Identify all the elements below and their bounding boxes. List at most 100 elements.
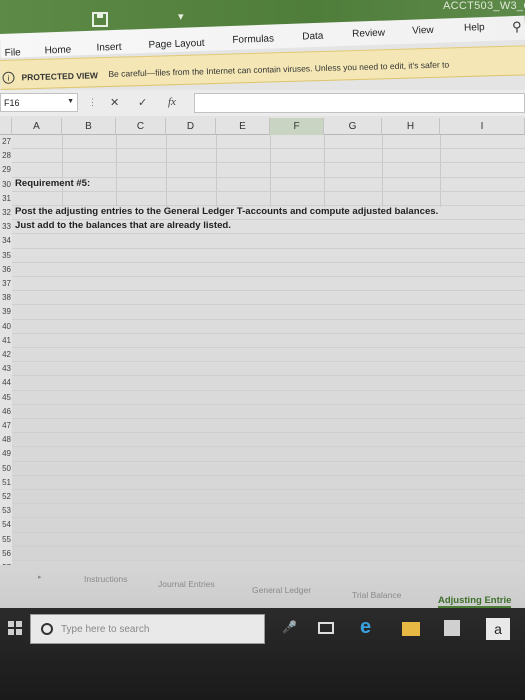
row-header[interactable]: 56 [0, 546, 12, 561]
column-header-d[interactable]: D [166, 118, 216, 135]
row-header[interactable]: 27 [0, 135, 12, 150]
column-header-c[interactable]: C [116, 118, 166, 135]
row-header[interactable]: 37 [0, 277, 12, 292]
column-header-h[interactable]: H [382, 118, 440, 135]
edge-browser-icon[interactable]: e [360, 616, 371, 639]
row-header[interactable]: 38 [0, 291, 12, 306]
table-row: 42 [0, 348, 525, 363]
tab-help[interactable]: Help [464, 22, 485, 34]
table-row: 41 [0, 333, 525, 348]
tab-home[interactable]: Home [44, 45, 71, 57]
row-header[interactable]: 45 [0, 390, 12, 405]
formula-bar: F16 ▼ ⋮ ✕ ✓ fx [0, 90, 525, 116]
table-row: 52 [0, 490, 525, 505]
row-header[interactable]: 40 [0, 319, 12, 334]
row-header[interactable]: 35 [0, 248, 12, 263]
tab-review[interactable]: Review [352, 28, 385, 40]
row-header[interactable]: 47 [0, 419, 12, 434]
table-row: 48 [0, 433, 525, 448]
column-headers: A B C D E F G H I [0, 118, 525, 135]
more-options-icon[interactable]: ⋮ [88, 97, 97, 108]
screen: ▾ ACCT503_W3_C File Home Insert Page Lay… [0, 0, 525, 700]
row-header[interactable]: 44 [0, 376, 12, 391]
row-header[interactable]: 51 [0, 475, 12, 490]
table-row: 30 Requirement #5: [0, 177, 525, 192]
info-icon: i [2, 71, 15, 84]
row-header[interactable]: 48 [0, 433, 12, 448]
sheet-tab-general-ledger[interactable]: General Ledger [252, 585, 311, 595]
save-icon[interactable] [92, 12, 108, 27]
row-header[interactable]: 28 [0, 149, 12, 164]
row-header[interactable]: 52 [0, 490, 12, 505]
row-header[interactable]: 34 [0, 234, 12, 249]
row-header[interactable]: 54 [0, 518, 12, 533]
tab-view[interactable]: View [412, 25, 434, 37]
sheet-tab-journal-entries[interactable]: Journal Entries [158, 579, 215, 589]
row-header[interactable]: 30 [0, 177, 12, 192]
sheet-scroll-icon[interactable]: ▸ [38, 573, 42, 581]
chevron-down-icon[interactable]: ▼ [67, 98, 74, 105]
customize-toolbar-icon[interactable]: ▾ [178, 10, 184, 23]
column-header-i[interactable]: I [440, 118, 525, 135]
tab-formulas[interactable]: Formulas [232, 33, 274, 45]
sheet-tab-trial-balance[interactable]: Trial Balance [352, 590, 401, 600]
taskbar-search-placeholder: Type here to search [61, 624, 150, 635]
row-header[interactable]: 36 [0, 262, 12, 277]
row-header[interactable]: 53 [0, 504, 12, 519]
row-header[interactable]: 42 [0, 348, 12, 363]
name-box-value: F16 [4, 98, 20, 108]
select-all-corner[interactable] [0, 118, 12, 135]
row-header[interactable]: 29 [0, 163, 12, 178]
row-header[interactable]: 41 [0, 333, 12, 348]
row-header[interactable]: 49 [0, 447, 12, 462]
row-header[interactable]: 55 [0, 532, 12, 547]
row-header[interactable]: 32 [0, 206, 12, 221]
table-row: 44 [0, 376, 525, 391]
row-header[interactable]: 33 [0, 220, 12, 235]
row-header[interactable]: 46 [0, 404, 12, 419]
column-header-f[interactable]: F [270, 118, 324, 135]
column-header-g[interactable]: G [324, 118, 382, 135]
windows-start-icon[interactable] [8, 621, 22, 635]
table-row: 40 [0, 319, 525, 334]
microphone-icon[interactable]: 🎤 [282, 620, 297, 634]
table-row: 39 [0, 305, 525, 320]
table-row: 29 [0, 163, 525, 178]
tab-insert[interactable]: Insert [96, 42, 121, 54]
taskbar-search-input[interactable]: Type here to search [30, 614, 265, 644]
table-row: 35 [0, 248, 525, 263]
enter-icon[interactable]: ✓ [138, 96, 147, 109]
table-row: 38 [0, 291, 525, 306]
taskbar: Type here to search 🎤 e a [0, 608, 525, 700]
name-box[interactable]: F16 ▼ [0, 93, 78, 112]
formula-input[interactable] [194, 93, 525, 113]
table-row: 34 [0, 234, 525, 249]
search-icon[interactable]: ⚲ [512, 19, 522, 35]
tab-data[interactable]: Data [302, 31, 323, 43]
table-row: 56 [0, 546, 525, 561]
column-header-e[interactable]: E [216, 118, 270, 135]
file-explorer-icon[interactable] [402, 622, 420, 636]
column-header-a[interactable]: A [12, 118, 62, 135]
tab-file[interactable]: File [4, 47, 20, 59]
cancel-icon[interactable]: ✕ [110, 96, 119, 109]
sheet-tab-adjusting-entries[interactable]: Adjusting Entrie [438, 595, 512, 608]
amazon-icon[interactable]: a [486, 618, 510, 640]
row-header[interactable]: 31 [0, 191, 12, 206]
sheet-tab-instructions[interactable]: Instructions [84, 574, 127, 584]
table-row: 49 [0, 447, 525, 462]
table-row: 36 [0, 262, 525, 277]
row-header[interactable]: 43 [0, 362, 12, 377]
column-header-b[interactable]: B [62, 118, 116, 135]
cortana-icon [41, 623, 53, 635]
cell-text[interactable]: Requirement #5: [15, 177, 90, 191]
row-header[interactable]: 50 [0, 461, 12, 476]
cell-text[interactable]: Just add to the balances that are alread… [15, 219, 231, 233]
store-icon[interactable] [444, 620, 460, 636]
task-view-icon[interactable] [318, 622, 334, 634]
insert-function-icon[interactable]: fx [168, 96, 176, 108]
tab-page-layout[interactable]: Page Layout [148, 38, 205, 51]
table-row: 32 Post the adjusting entries to the Gene… [0, 205, 525, 221]
cell-text[interactable]: Post the adjusting entries to the Genera… [15, 205, 438, 219]
row-header[interactable]: 39 [0, 305, 12, 320]
